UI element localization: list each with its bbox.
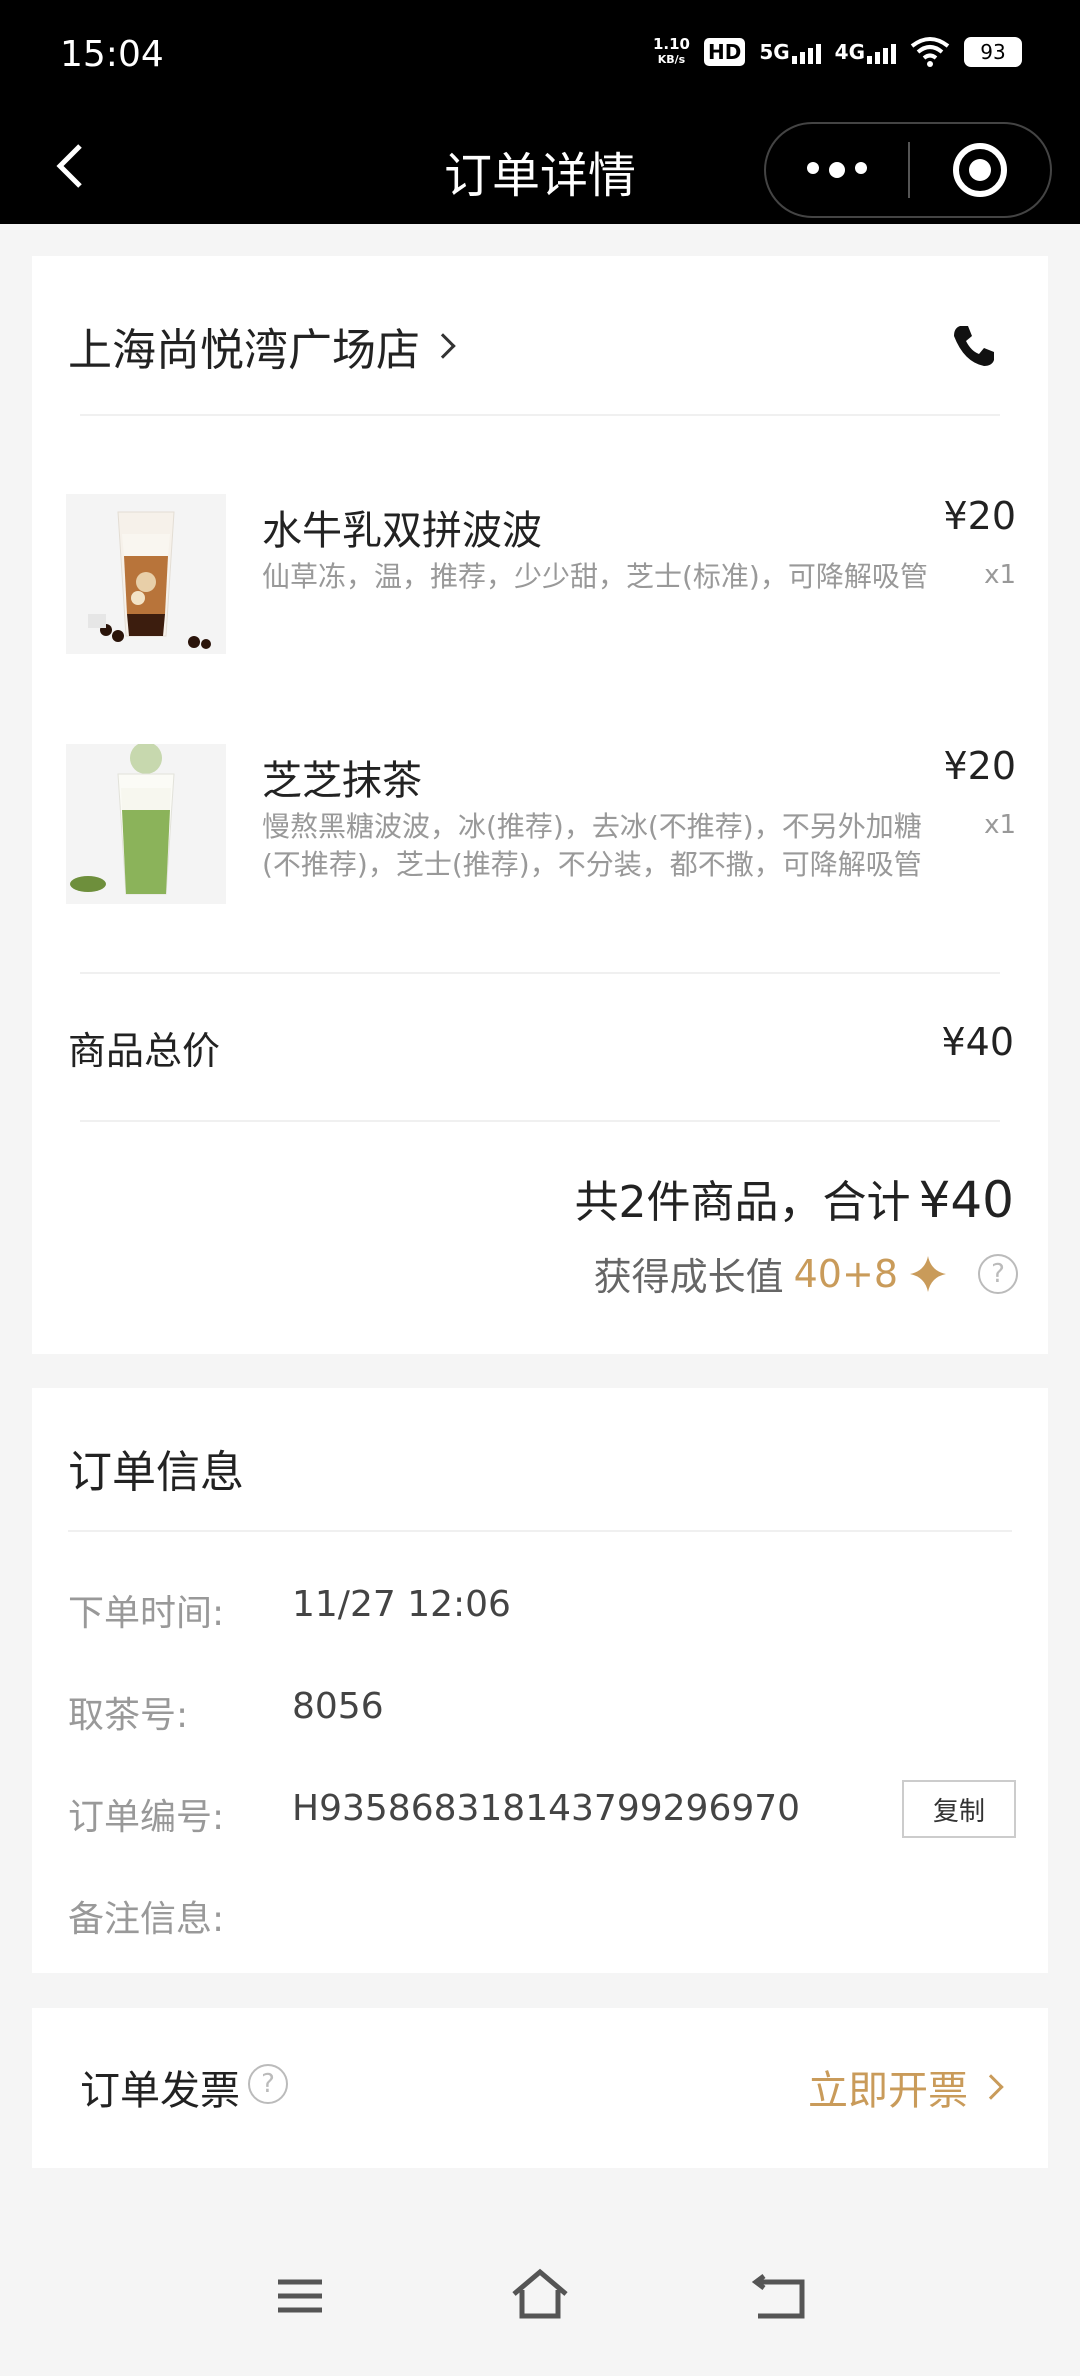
item-quantity: x1 (984, 560, 1016, 590)
growth-points: 40+8 (793, 1251, 898, 1296)
remarks-label: 备注信息: (68, 1899, 225, 1940)
divider (80, 1120, 1000, 1122)
list-item: 芝芝抹茶 慢熬黑糖波波，冰(推荐)，去冰(不推荐)，不另外加糖(不推荐)，芝士(… (66, 744, 1016, 944)
order-time-value: 11/27 12:06 (292, 1584, 511, 1625)
order-info-title: 订单信息 (68, 1447, 244, 1498)
hd-icon: HD (703, 38, 746, 66)
chevron-right-icon (430, 333, 456, 359)
issue-invoice-label[interactable]: 立即开票 (808, 2058, 968, 2116)
battery-icon: 93 (964, 37, 1022, 67)
signal-5g-icon: 5G (759, 40, 821, 64)
phone-icon[interactable] (950, 322, 998, 370)
star-icon (910, 1255, 946, 1292)
store-row[interactable]: 上海尚悦湾广场店 (68, 306, 1008, 386)
summary-text: 共2件商品，合计 (574, 1177, 911, 1228)
wifi-icon (910, 37, 950, 67)
divider (80, 972, 1000, 974)
status-icons: 1.10 KB/s HD 5G 4G 93 (653, 36, 1022, 68)
item-name: 水牛乳双拼波波 (262, 508, 542, 554)
menu-icon[interactable] (268, 2264, 332, 2328)
issue-invoice-button[interactable]: 立即开票 (808, 2058, 1004, 2116)
item-price: ¥20 (943, 494, 1016, 538)
order-summary: 共2件商品，合计 ¥40 (575, 1166, 1014, 1230)
divider (68, 1530, 1012, 1532)
target-icon[interactable] (910, 143, 1050, 197)
navbar: 订单详情 (0, 112, 1080, 224)
system-nav-bar (0, 2240, 1080, 2376)
return-icon[interactable] (748, 2264, 812, 2328)
order-number-value: H9358683181437992969​70 (292, 1788, 801, 1829)
more-icon[interactable] (766, 162, 908, 178)
divider (80, 414, 1000, 416)
signal-4g-icon: 4G (835, 40, 896, 64)
item-price: ¥20 (943, 744, 1016, 788)
item-name: 芝芝抹茶 (262, 758, 422, 804)
chevron-right-icon (978, 2074, 1004, 2100)
growth-value-row: 获得成长值 40+8 ? (594, 1246, 1018, 1301)
mini-program-capsule (764, 122, 1052, 218)
product-image (66, 744, 226, 904)
store-name[interactable]: 上海尚悦湾广场店 (68, 314, 420, 378)
network-speed: 1.10 KB/s (652, 35, 690, 66)
status-time: 15:04 (60, 34, 164, 75)
invoice-card: 订单发票 ? 立即开票 (32, 2008, 1048, 2168)
pickup-number-value: 8056 (292, 1686, 384, 1727)
order-items-card: 上海尚悦湾广场店 水牛乳双拼波波 仙草冻，温，推荐，少少甜，芝士(标准)，可降解… (32, 256, 1048, 1354)
item-options: 慢熬黑糖波波，冰(推荐)，去冰(不推荐)，不另外加糖(不推荐)，芝士(推荐)，不… (262, 810, 922, 881)
subtotal-value: ¥40 (941, 1020, 1014, 1064)
growth-label: 获得成长值 (593, 1255, 784, 1299)
order-info-card: 订单信息 下单时间: 11/27 12:06 取茶号: 8056 订单编号: H… (32, 1388, 1048, 1973)
pickup-number-label: 取茶号: (68, 1695, 189, 1736)
copy-button[interactable]: 复制 (902, 1780, 1016, 1838)
order-time-label: 下单时间: (68, 1593, 225, 1634)
invoice-label: 订单发票 (80, 2068, 240, 2114)
help-icon[interactable]: ? (978, 1253, 1018, 1294)
help-icon[interactable]: ? (248, 2064, 288, 2104)
summary-amount: ¥40 (918, 1171, 1014, 1229)
item-options: 仙草冻，温，推荐，少少甜，芝士(标准)，可降解吸管 (262, 560, 928, 593)
status-bar: 15:04 1.10 KB/s HD 5G 4G 93 (0, 0, 1080, 112)
product-image (66, 494, 226, 654)
home-icon[interactable] (508, 2264, 572, 2328)
item-quantity: x1 (984, 810, 1016, 840)
order-number-label: 订单编号: (68, 1797, 225, 1838)
subtotal-label: 商品总价 (68, 1029, 221, 1073)
list-item: 水牛乳双拼波波 仙草冻，温，推荐，少少甜，芝士(标准)，可降解吸管 ¥20 x1 (66, 494, 1016, 654)
